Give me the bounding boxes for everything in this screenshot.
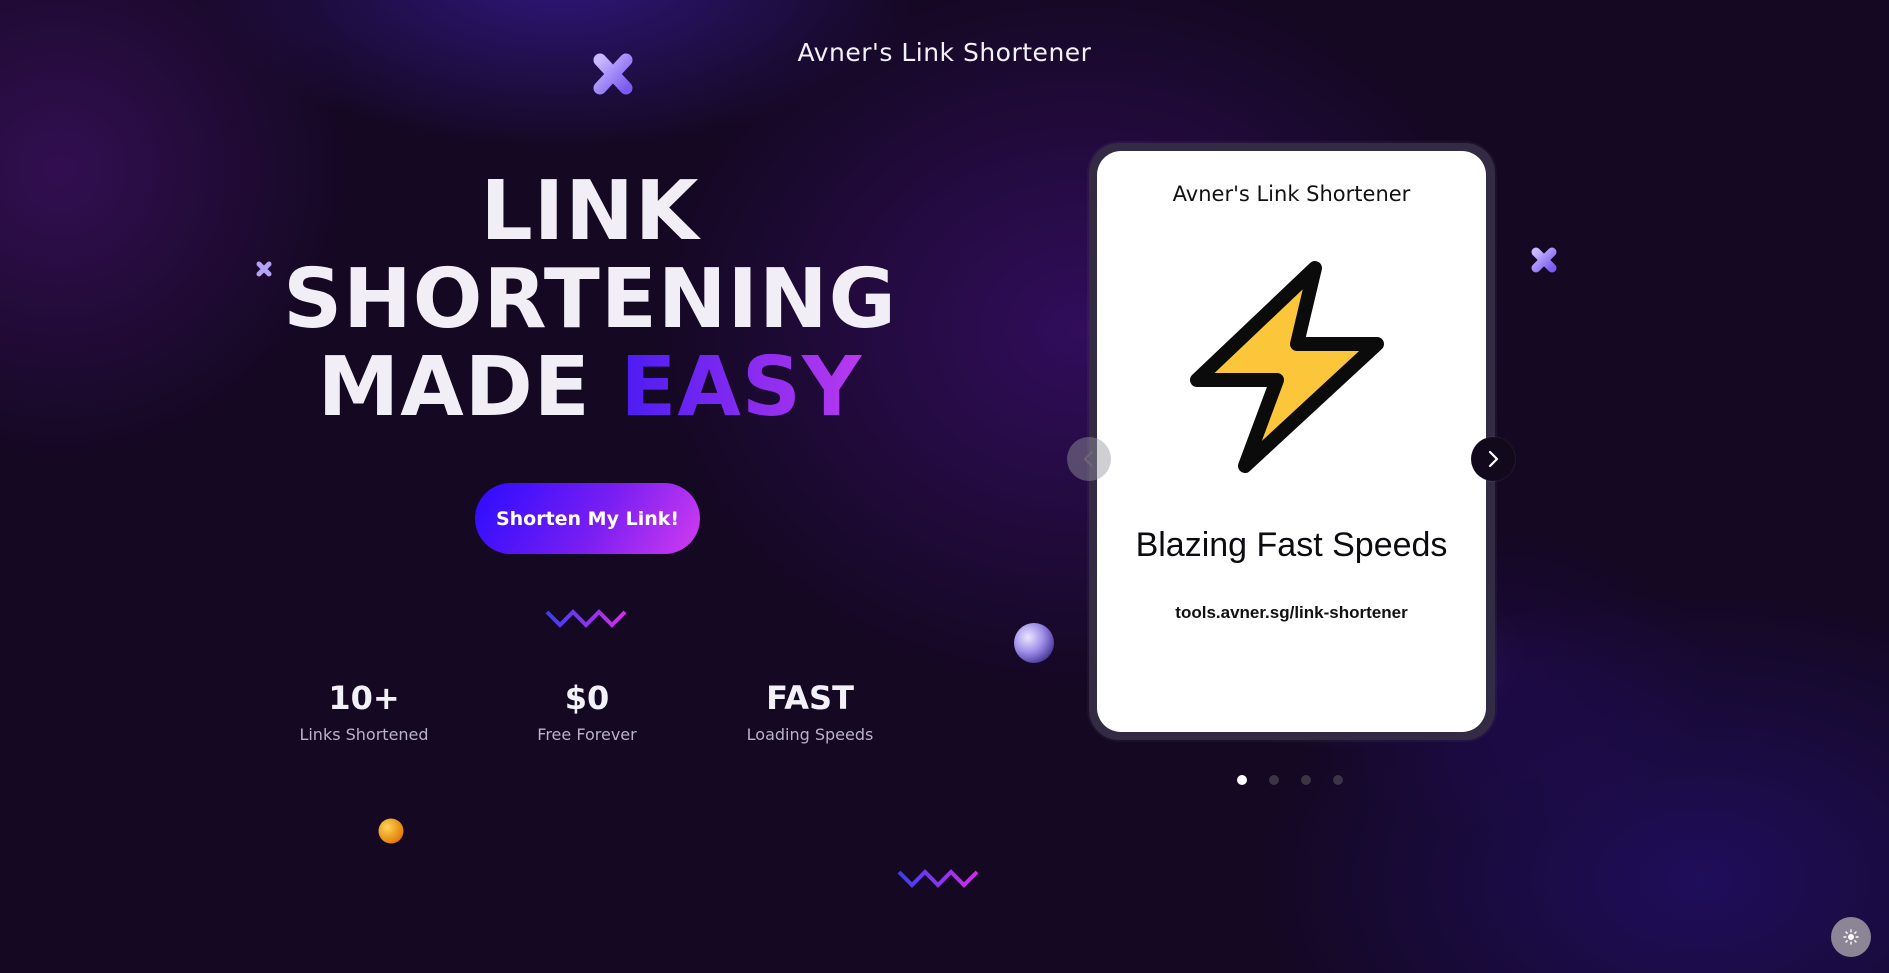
chevron-right-icon — [1488, 450, 1499, 468]
stat-label: Loading Speeds — [746, 725, 874, 744]
zigzag-divider-icon — [897, 869, 979, 888]
hero-title-line-2: SHORTENING — [283, 252, 897, 347]
slide-url: tools.avner.sg/link-shortener — [1175, 603, 1408, 622]
sun-icon — [1843, 929, 1859, 945]
carousel-dot-2[interactable] — [1269, 775, 1279, 785]
stat-value: 10+ — [328, 679, 400, 717]
carousel-pagination — [1237, 775, 1343, 785]
hero-title-made: MADE — [317, 340, 591, 435]
stat-value: FAST — [766, 679, 854, 717]
stat-label: Free Forever — [537, 725, 637, 744]
carousel-slide: Avner's Link Shortener Blazing Fast Spee… — [1097, 151, 1486, 732]
hero-title-line-3: MADE EASY — [250, 344, 930, 432]
stat-links-shortened: 10+ Links Shortened — [269, 679, 459, 744]
slide-heading: Blazing Fast Speeds — [1135, 526, 1448, 564]
zigzag-divider-icon — [545, 609, 627, 628]
carousel-dot-3[interactable] — [1301, 775, 1311, 785]
carousel-dot-4[interactable] — [1333, 775, 1343, 785]
chevron-left-icon — [1083, 450, 1094, 468]
sphere-decoration — [1014, 623, 1054, 663]
x-shape-decoration — [1531, 247, 1557, 273]
stat-label: Links Shortened — [299, 725, 429, 744]
hero-title: LINK SHORTENING MADE EASY — [250, 168, 930, 432]
orange-sphere-decoration — [378, 818, 404, 844]
carousel-dot-1[interactable] — [1237, 775, 1247, 785]
theme-toggle-button[interactable] — [1831, 917, 1871, 957]
carousel-next-button[interactable] — [1471, 437, 1515, 481]
stat-free-forever: $0 Free Forever — [492, 679, 682, 744]
slide-app-title: Avner's Link Shortener — [1172, 182, 1411, 206]
shorten-link-button[interactable]: Shorten My Link! — [475, 483, 700, 554]
carousel-prev-button[interactable] — [1067, 437, 1111, 481]
x-shape-decoration — [593, 53, 633, 95]
lightning-bolt-icon — [1190, 261, 1384, 473]
hero-title-line-1: LINK — [480, 164, 700, 259]
site-title: Avner's Link Shortener — [797, 38, 1092, 67]
hero-title-highlight: EASY — [620, 340, 863, 435]
stat-value: $0 — [564, 679, 610, 717]
stat-loading-speeds: FAST Loading Speeds — [715, 679, 905, 744]
